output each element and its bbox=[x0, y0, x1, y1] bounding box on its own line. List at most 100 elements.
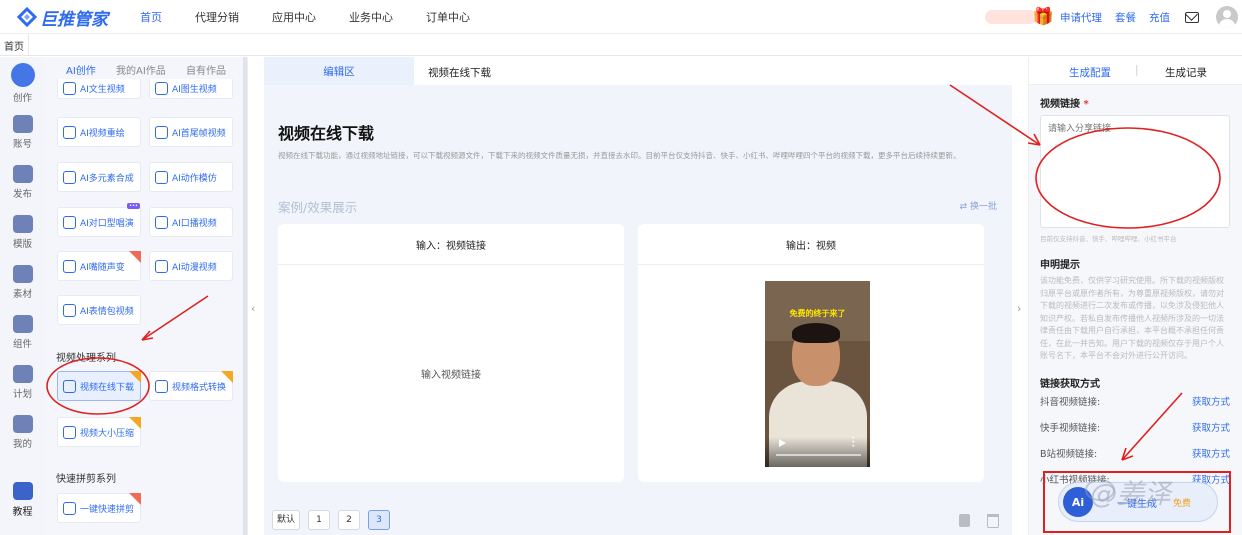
nav-home[interactable]: 首页 bbox=[140, 9, 162, 25]
card-ai-mouth-voice[interactable]: AI嘴随声变 bbox=[57, 251, 141, 281]
pager-default[interactable]: 默认 bbox=[272, 510, 301, 530]
chevron-right-icon: › bbox=[1017, 302, 1022, 315]
card-video-download[interactable]: 视频在线下载 bbox=[57, 371, 141, 401]
generate-cost: 免费 bbox=[1173, 498, 1192, 509]
config-tabs: 生成配置 | 生成记录 bbox=[1029, 57, 1242, 85]
puzzle-icon bbox=[12, 315, 33, 333]
play-icon[interactable] bbox=[779, 439, 786, 447]
logo-icon bbox=[17, 7, 37, 27]
douyin-method-link[interactable]: 获取方式 bbox=[1192, 394, 1230, 408]
video-progress-bar[interactable] bbox=[776, 454, 861, 456]
panel-tab-own-works[interactable]: 自有作品 bbox=[186, 62, 226, 77]
pager-page-1[interactable]: 1 bbox=[308, 510, 331, 530]
card-ai-anime-video[interactable]: AI动漫视频 bbox=[149, 251, 233, 281]
swap-batch-button[interactable]: ⇄ 换一批 bbox=[960, 199, 997, 212]
pen-icon bbox=[10, 63, 35, 87]
gift-icon[interactable]: 🎁 bbox=[1033, 7, 1054, 27]
section-quick-edit: 快速拼剪系列 bbox=[56, 474, 116, 485]
nav-agent-distribution[interactable]: 代理分销 bbox=[195, 9, 239, 25]
kuaishou-method-link[interactable]: 获取方式 bbox=[1192, 420, 1230, 434]
page-tab-bar: 首页 bbox=[0, 34, 1242, 56]
apply-agent-link[interactable]: 申请代理 bbox=[1060, 10, 1102, 25]
rail-item-template[interactable]: 模版 bbox=[0, 215, 45, 250]
brand-logo[interactable]: 巨推管家 bbox=[17, 6, 108, 30]
tab-home[interactable]: 首页 bbox=[0, 34, 29, 56]
pager-page-2[interactable]: 2 bbox=[338, 510, 361, 530]
left-rail: 创作 账号 发布 模版 素材 组件 计划 我的 教程 bbox=[0, 57, 45, 535]
mail-icon[interactable] bbox=[1185, 11, 1199, 23]
card-video-compress[interactable]: 视频大小压缩 bbox=[57, 417, 141, 447]
card-ai-multi-element[interactable]: AI多元素合成 bbox=[57, 162, 141, 192]
pagination: 默认 1 2 3 bbox=[272, 510, 391, 530]
panel-tab-my-ai-works[interactable]: 我的AI作品 bbox=[116, 62, 166, 77]
tab-edit-area[interactable]: 编辑区 bbox=[264, 57, 414, 85]
users-icon bbox=[12, 115, 33, 133]
video-caption: 免费的终于来了 bbox=[789, 309, 846, 318]
package-link[interactable]: 套餐 bbox=[1115, 10, 1136, 25]
watermark: @姜泽 bbox=[1090, 479, 1171, 510]
editor-tabs: 编辑区 视频在线下载 bbox=[264, 57, 1012, 85]
nav-order-center[interactable]: 订单中心 bbox=[426, 9, 470, 25]
rail-item-tutorial[interactable]: 教程 bbox=[0, 482, 45, 518]
compose-icon bbox=[63, 170, 76, 184]
top-right-actions: 🎁 申请代理 套餐 充值 bbox=[984, 5, 1242, 29]
card-ai-lip-sync[interactable]: AI对口型唱演 ••• bbox=[57, 203, 141, 237]
rail-item-material[interactable]: 素材 bbox=[0, 265, 45, 300]
trash-icon[interactable] bbox=[987, 514, 999, 528]
pager-page-3[interactable]: 3 bbox=[368, 510, 391, 530]
motion-icon bbox=[155, 170, 168, 184]
card-ai-video-repaint[interactable]: AI视频重绘 bbox=[57, 117, 141, 147]
douyin-link-row: 抖音视频链接: 获取方式 bbox=[1040, 394, 1230, 408]
new-corner-badge bbox=[129, 493, 141, 505]
collapse-right-handle[interactable]: › bbox=[1012, 57, 1029, 535]
new-corner-badge bbox=[129, 251, 141, 263]
promo-pill[interactable] bbox=[984, 10, 1037, 24]
voice-icon bbox=[63, 259, 76, 273]
video-link-label: 视频链接 * bbox=[1040, 99, 1089, 110]
rail-item-mine[interactable]: 我的 bbox=[0, 415, 45, 450]
anime-icon bbox=[155, 259, 168, 273]
config-panel: 生成配置 | 生成记录 视频链接 * 目前仅支持抖音、快手、哔哩哔哩、小红书平台… bbox=[1029, 57, 1242, 535]
notice-text: 该功能免费，仅供学习研究使用。所下载的视频版权归原平台或原作者所有，为尊重原视频… bbox=[1040, 276, 1224, 360]
download-icon bbox=[63, 379, 76, 393]
recharge-link[interactable]: 充值 bbox=[1149, 10, 1170, 25]
card-ai-talking-video[interactable]: AI口播视频 bbox=[149, 207, 233, 237]
card-ai-text-to-video[interactable]: AI文生视频 bbox=[57, 79, 141, 99]
free-corner-badge bbox=[129, 371, 141, 383]
rail-item-create[interactable]: 创作 bbox=[0, 63, 45, 104]
video-icon bbox=[63, 82, 76, 95]
swap-icon: ⇄ bbox=[959, 202, 970, 212]
rail-item-plan[interactable]: 计划 bbox=[0, 365, 45, 400]
tab-tool-name[interactable]: 视频在线下载 bbox=[428, 65, 491, 80]
collapse-left-handle[interactable]: ‹ bbox=[247, 57, 264, 535]
rail-item-account[interactable]: 账号 bbox=[0, 115, 45, 150]
tab-generate-config[interactable]: 生成配置 bbox=[1069, 65, 1111, 80]
cut-icon bbox=[63, 501, 76, 515]
nav-app-center[interactable]: 应用中心 bbox=[272, 9, 316, 25]
free-corner-badge bbox=[129, 417, 141, 429]
panel-tab-ai-create[interactable]: AI创作 bbox=[66, 62, 96, 77]
video-link-input[interactable] bbox=[1040, 115, 1230, 228]
more-vertical-icon[interactable]: · · · bbox=[852, 435, 855, 452]
card-ai-image-to-video[interactable]: AI图生视频 bbox=[149, 79, 233, 99]
card-quick-cut[interactable]: 一键快速拼剪 bbox=[57, 493, 141, 523]
card-ai-motion-mimic[interactable]: AI动作模仿 bbox=[149, 162, 233, 192]
publish-icon bbox=[12, 165, 33, 183]
compress-icon bbox=[63, 425, 76, 439]
link-method-label: 链接获取方式 bbox=[1040, 379, 1100, 390]
input-header: 输入：视频链接 bbox=[278, 224, 624, 265]
card-ai-first-last-frame[interactable]: AI首尾帧视频 bbox=[149, 117, 233, 147]
copy-icon[interactable] bbox=[959, 514, 970, 527]
rail-item-publish[interactable]: 发布 bbox=[0, 165, 45, 200]
free-corner-badge bbox=[221, 371, 233, 383]
card-ai-emoji-video[interactable]: AI表情包视频 bbox=[57, 295, 141, 325]
image-icon bbox=[155, 82, 168, 95]
tab-generate-record[interactable]: 生成记录 bbox=[1165, 65, 1207, 80]
card-video-format-convert[interactable]: 视频格式转换 bbox=[149, 371, 233, 401]
avatar[interactable] bbox=[1216, 6, 1238, 28]
convert-icon bbox=[155, 379, 168, 393]
nav-business-center[interactable]: 业务中心 bbox=[349, 9, 393, 25]
output-video-player[interactable]: 免费的终于来了 · · · bbox=[765, 281, 870, 467]
bilibili-method-link[interactable]: 获取方式 bbox=[1192, 446, 1230, 460]
rail-item-component[interactable]: 组件 bbox=[0, 315, 45, 350]
